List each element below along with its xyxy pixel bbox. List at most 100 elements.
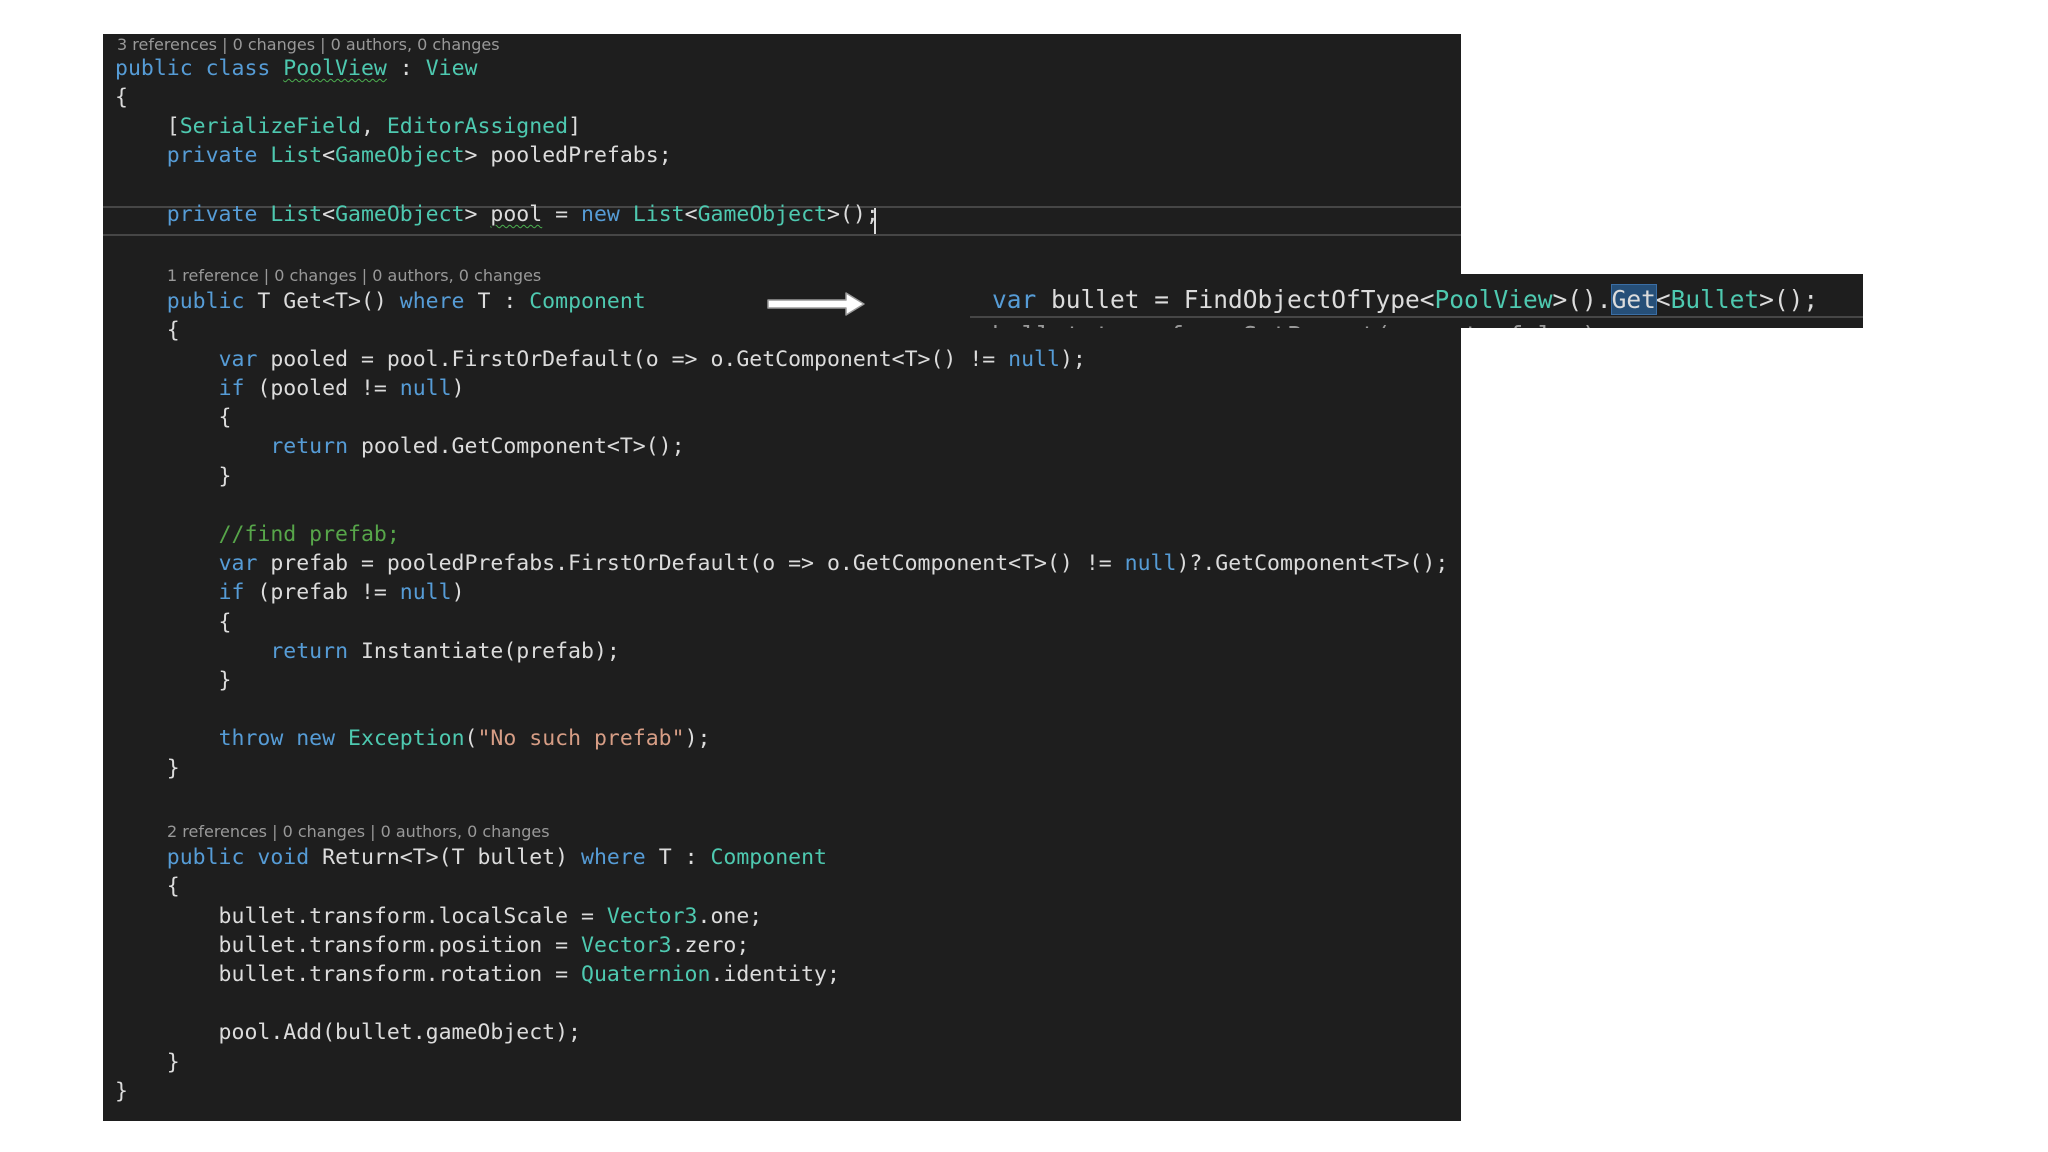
code-line[interactable]: { [103, 83, 1461, 113]
code-token: T : [658, 845, 711, 870]
code-token: [ [115, 114, 180, 139]
code-line[interactable]: } [103, 1048, 1461, 1078]
code-token: SerializeField [179, 114, 361, 139]
code-token: > pooledPrefabs; [464, 143, 672, 168]
code-token: if [218, 376, 258, 401]
code-line[interactable]: throw new Exception("No such prefab"); [103, 724, 1461, 754]
code-line[interactable]: [SerializeField, EditorAssigned] [103, 112, 1461, 142]
code-token: ); [684, 726, 711, 751]
code-token: //find prefab; [218, 522, 400, 547]
codelens-class[interactable]: 3 references | 0 changes | 0 authors, 0 … [117, 34, 1461, 56]
code-token: { [115, 318, 180, 343]
code-token: T Get<T>() [257, 289, 400, 314]
code-line[interactable]: bullet.transform.rotation = Quaternion.i… [103, 960, 1461, 990]
code-line[interactable]: return pooled.GetComponent<T>(); [103, 432, 1461, 462]
code-token: List [270, 202, 323, 227]
code-line[interactable]: { [103, 403, 1461, 433]
code-token: null [399, 580, 452, 605]
codelens-return-method[interactable]: 2 references | 0 changes | 0 authors, 0 … [167, 821, 1461, 843]
selected-token: Get [1610, 284, 1657, 315]
code-token: ) [451, 580, 465, 605]
code-token: Exception [348, 726, 465, 751]
code-token: (pooled != [257, 376, 400, 401]
code-token: } [115, 1079, 128, 1104]
code-line[interactable]: private List<GameObject> pool = new List… [103, 200, 1461, 230]
code-token: } [115, 1050, 180, 1075]
code-line[interactable]: { [103, 608, 1461, 638]
code-line[interactable] [103, 783, 1461, 813]
code-token: public [166, 289, 258, 314]
code-token: new [581, 202, 633, 227]
code-token: > [464, 202, 491, 227]
code-token: throw [218, 726, 297, 751]
code-token: )?.GetComponent<T>(); [1176, 551, 1449, 576]
code-line[interactable] [103, 989, 1461, 1019]
arrow-right-icon [767, 292, 865, 316]
code-token: public class [115, 56, 284, 81]
code-token: "No such prefab" [477, 726, 685, 751]
code-token: Vector3 [581, 933, 672, 958]
code-token: public void [166, 845, 323, 870]
code-token: pool.Add(bullet.gameObject); [115, 1020, 581, 1045]
code-line[interactable]: bullet.transform.position = Vector3.zero… [103, 931, 1461, 961]
snippet-next-line-partial: bullet.transform.SetParent(parent, false… [992, 320, 1612, 328]
code-line[interactable]: var pooled = pool.FirstOrDefault(o => o.… [103, 345, 1461, 375]
code-token: ); [1059, 347, 1086, 372]
code-line[interactable]: return Instantiate(prefab); [103, 637, 1461, 667]
code-token: < [322, 143, 336, 168]
code-token: GameObject [697, 202, 828, 227]
snippet-token: Bullet [1670, 285, 1760, 314]
code-line[interactable]: if (pooled != null) [103, 374, 1461, 404]
code-token: ( [464, 726, 478, 751]
code-token: GameObject [335, 202, 465, 227]
code-token: pooled.GetComponent<T>(); [360, 434, 685, 459]
code-line[interactable]: //find prefab; [103, 520, 1461, 550]
code-token: Quaternion [581, 962, 711, 987]
code-line[interactable]: } [103, 754, 1461, 784]
code-token: { [115, 610, 232, 635]
code-token: T : [477, 289, 530, 314]
code-token: return [270, 434, 361, 459]
code-token: return [270, 639, 361, 664]
code-token: >(); [827, 202, 879, 227]
code-token: null [399, 376, 452, 401]
code-token: where [399, 289, 478, 314]
code-line[interactable]: } [103, 1077, 1461, 1107]
snippet-token: >(); [1759, 285, 1819, 314]
code-line[interactable]: } [103, 462, 1461, 492]
code-line[interactable]: pool.Add(bullet.gameObject); [103, 1018, 1461, 1048]
code-line[interactable] [103, 170, 1461, 200]
snippet-code-line: var bullet = FindObjectOfType<PoolView>(… [992, 284, 1818, 316]
code-line[interactable] [103, 491, 1461, 521]
code-token: pool [490, 202, 543, 227]
code-line[interactable]: private List<GameObject> pooledPrefabs; [103, 141, 1461, 171]
code-line[interactable]: bullet.transform.localScale = Vector3.on… [103, 902, 1461, 932]
code-line[interactable]: public class PoolView : View [103, 54, 1461, 84]
code-line[interactable]: } [103, 666, 1461, 696]
code-token: List [270, 143, 323, 168]
code-line[interactable] [103, 229, 1461, 259]
code-token: GameObject [335, 143, 465, 168]
code-line[interactable]: if (prefab != null) [103, 578, 1461, 608]
code-token: .identity; [710, 962, 840, 987]
code-line[interactable]: var prefab = pooledPrefabs.FirstOrDefaul… [103, 549, 1461, 579]
code-token: { [115, 85, 128, 110]
snippet-token: var [992, 285, 1052, 314]
code-token: pooled = pool.FirstOrDefault(o => o.GetC… [270, 347, 1009, 372]
code-line[interactable] [103, 695, 1461, 725]
code-token: = [542, 202, 582, 227]
code-token: Vector3 [606, 904, 698, 929]
code-token: View [425, 56, 478, 81]
code-token: null [1008, 347, 1060, 372]
code-line[interactable]: public void Return<T>(T bullet) where T … [103, 843, 1461, 873]
code-editor[interactable]: 3 references | 0 changes | 0 authors, 0 … [103, 34, 1461, 1121]
code-token: List [632, 202, 685, 227]
code-token: prefab = pooledPrefabs.FirstOrDefault(o … [270, 551, 1125, 576]
snippet-current-line-border [970, 316, 1863, 318]
code-line[interactable]: { [103, 872, 1461, 902]
